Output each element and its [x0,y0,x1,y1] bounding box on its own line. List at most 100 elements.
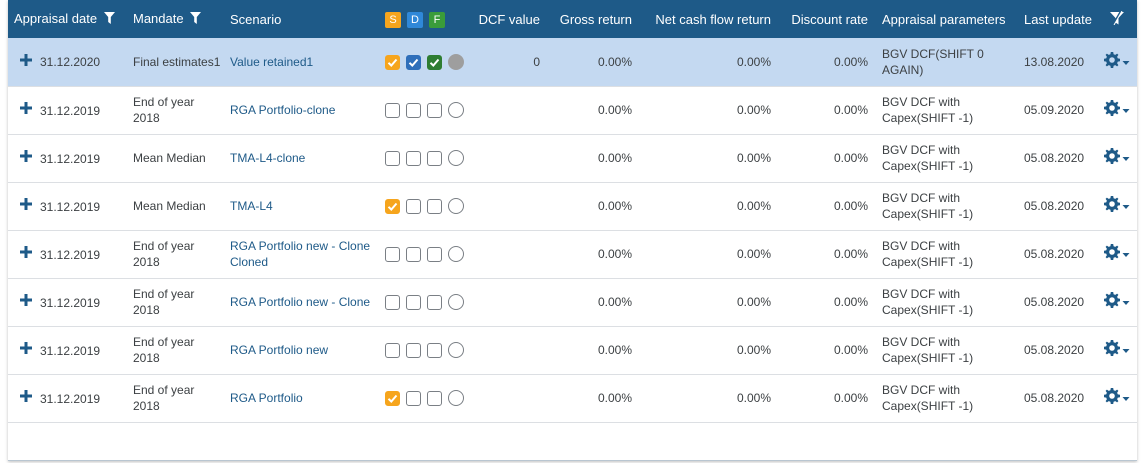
filter-icon[interactable] [190,12,202,27]
header-net-cash-flow-return[interactable]: Net cash flow return [640,0,779,38]
appraisal-date-cell: 31.12.2019 [8,278,127,326]
f-checkbox[interactable] [427,150,442,166]
d-checkbox[interactable] [406,390,421,406]
discount-rate-cell: 0.00% [833,199,868,213]
radio-button[interactable] [448,54,464,71]
settings-menu-button[interactable] [1104,340,1130,360]
flags-cell [379,182,478,230]
header-clear-filter[interactable] [1097,0,1137,38]
s-checkbox[interactable] [385,294,400,310]
radio-button[interactable] [448,390,464,407]
settings-menu-button[interactable] [1104,148,1130,168]
s-checkbox[interactable] [385,246,400,262]
actions-cell [1097,86,1137,134]
header-last-update[interactable]: Last update [1018,0,1097,38]
scenario-link[interactable]: TMA-L4-clone [224,134,379,182]
s-checkbox[interactable] [385,54,400,70]
plus-icon[interactable] [20,246,32,262]
s-checkbox[interactable] [385,102,400,118]
d-checkbox[interactable] [406,246,421,262]
plus-icon[interactable] [20,294,32,310]
s-checkbox[interactable] [385,342,400,358]
f-checkbox[interactable] [427,102,442,118]
appraisal-parameters-cell: BGV DCF(SHIFT 0 AGAIN) [882,46,984,77]
table-row[interactable]: 31.12.2020 Final estimates1 Value retained… [8,38,1137,86]
f-checkbox[interactable] [427,342,442,358]
f-checkbox[interactable] [427,54,442,70]
last-update-cell: 05.08.2020 [1024,151,1085,165]
scenario-link[interactable]: RGA Portfolio new - Clone Cloned [224,230,379,278]
filter-clear-icon[interactable] [1110,10,1124,28]
scenario-link[interactable]: RGA Portfolio-clone [224,86,379,134]
scenario-link[interactable]: RGA Portfolio new [224,326,379,374]
header-gross-return[interactable]: Gross return [548,0,640,38]
plus-icon[interactable] [20,342,32,358]
caret-down-icon [1120,294,1130,310]
header-appraisal-date[interactable]: Appraisal date [8,0,127,38]
mandate-cell: Mean Median [133,199,206,213]
f-checkbox[interactable] [427,198,442,214]
table-row[interactable]: 31.12.2019 End of year 2018 RGA Portfolio … [8,230,1137,278]
header-mandate-label: Mandate [133,10,184,26]
plus-icon[interactable] [20,198,32,214]
last-update-cell: 05.08.2020 [1024,247,1085,261]
plus-icon[interactable] [20,54,32,70]
radio-button[interactable] [448,102,464,119]
radio-button[interactable] [448,342,464,359]
discount-rate-cell: 0.00% [833,247,868,261]
s-checkbox[interactable] [385,150,400,166]
radio-button[interactable] [448,246,464,263]
d-checkbox[interactable] [406,198,421,214]
f-checkbox[interactable] [427,390,442,406]
net-cash-flow-return-cell: 0.00% [736,151,771,165]
scenario-grid: Appraisal date Mandate Scenario SDF DCF … [8,0,1137,461]
mandate-cell: End of year 2018 [133,95,195,125]
header-mandate[interactable]: Mandate [127,0,224,38]
plus-icon[interactable] [20,390,32,406]
radio-button[interactable] [448,150,464,167]
settings-menu-button[interactable] [1104,100,1130,120]
appraisal-date-cell: 31.12.2019 [8,374,127,422]
d-checkbox[interactable] [406,54,421,70]
s-checkbox[interactable] [385,198,400,214]
table-row[interactable]: 31.12.2019 End of year 2018 RGA Portfolio … [8,326,1137,374]
table-row[interactable]: 31.12.2019 End of year 2018 RGA Portfolio-… [8,86,1137,134]
settings-menu-button[interactable] [1104,51,1130,72]
table-row[interactable]: 31.12.2019 Mean Median TMA-L4-clone 0.00% 0.… [8,134,1137,182]
table-row[interactable]: 31.12.2019 End of year 2018 RGA Portfolio 0… [8,374,1137,422]
discount-rate-cell: 0.00% [833,295,868,309]
table-row[interactable]: 31.12.2019 End of year 2018 RGA Portfolio … [8,278,1137,326]
settings-menu-button[interactable] [1104,196,1130,216]
scenario-link[interactable]: Value retained1 [224,38,379,86]
settings-menu-button[interactable] [1104,388,1130,408]
settings-menu-button[interactable] [1104,292,1130,312]
dcf-value-cell [478,182,548,230]
gross-return-cell: 0.00% [597,54,632,69]
f-checkbox[interactable] [427,246,442,262]
appraisal-date: 31.12.2019 [40,199,101,214]
radio-button[interactable] [448,198,464,215]
settings-menu-button[interactable] [1104,244,1130,264]
filter-icon[interactable] [103,12,115,27]
header-dcf-value[interactable]: DCF value [478,0,548,38]
d-checkbox[interactable] [406,150,421,166]
caret-down-icon [1120,54,1130,70]
scenario-link[interactable]: RGA Portfolio new - Clone [224,278,379,326]
header-appraisal-parameters[interactable]: Appraisal parameters [876,0,1018,38]
table-row[interactable]: 31.12.2019 Mean Median TMA-L4 0.00% 0.00% 0.0… [8,182,1137,230]
radio-button[interactable] [448,294,464,311]
f-checkbox[interactable] [427,294,442,310]
discount-rate-cell: 0.00% [833,151,868,165]
discount-rate-cell: 0.00% [833,343,868,357]
plus-icon[interactable] [20,150,32,166]
d-checkbox[interactable] [406,342,421,358]
plus-icon[interactable] [20,102,32,118]
d-checkbox[interactable] [406,294,421,310]
flags-cell [379,230,478,278]
header-discount-rate[interactable]: Discount rate [779,0,876,38]
s-checkbox[interactable] [385,390,400,406]
header-scenario[interactable]: Scenario [224,0,379,38]
scenario-link[interactable]: TMA-L4 [224,182,379,230]
scenario-link[interactable]: RGA Portfolio [224,374,379,422]
d-checkbox[interactable] [406,102,421,118]
